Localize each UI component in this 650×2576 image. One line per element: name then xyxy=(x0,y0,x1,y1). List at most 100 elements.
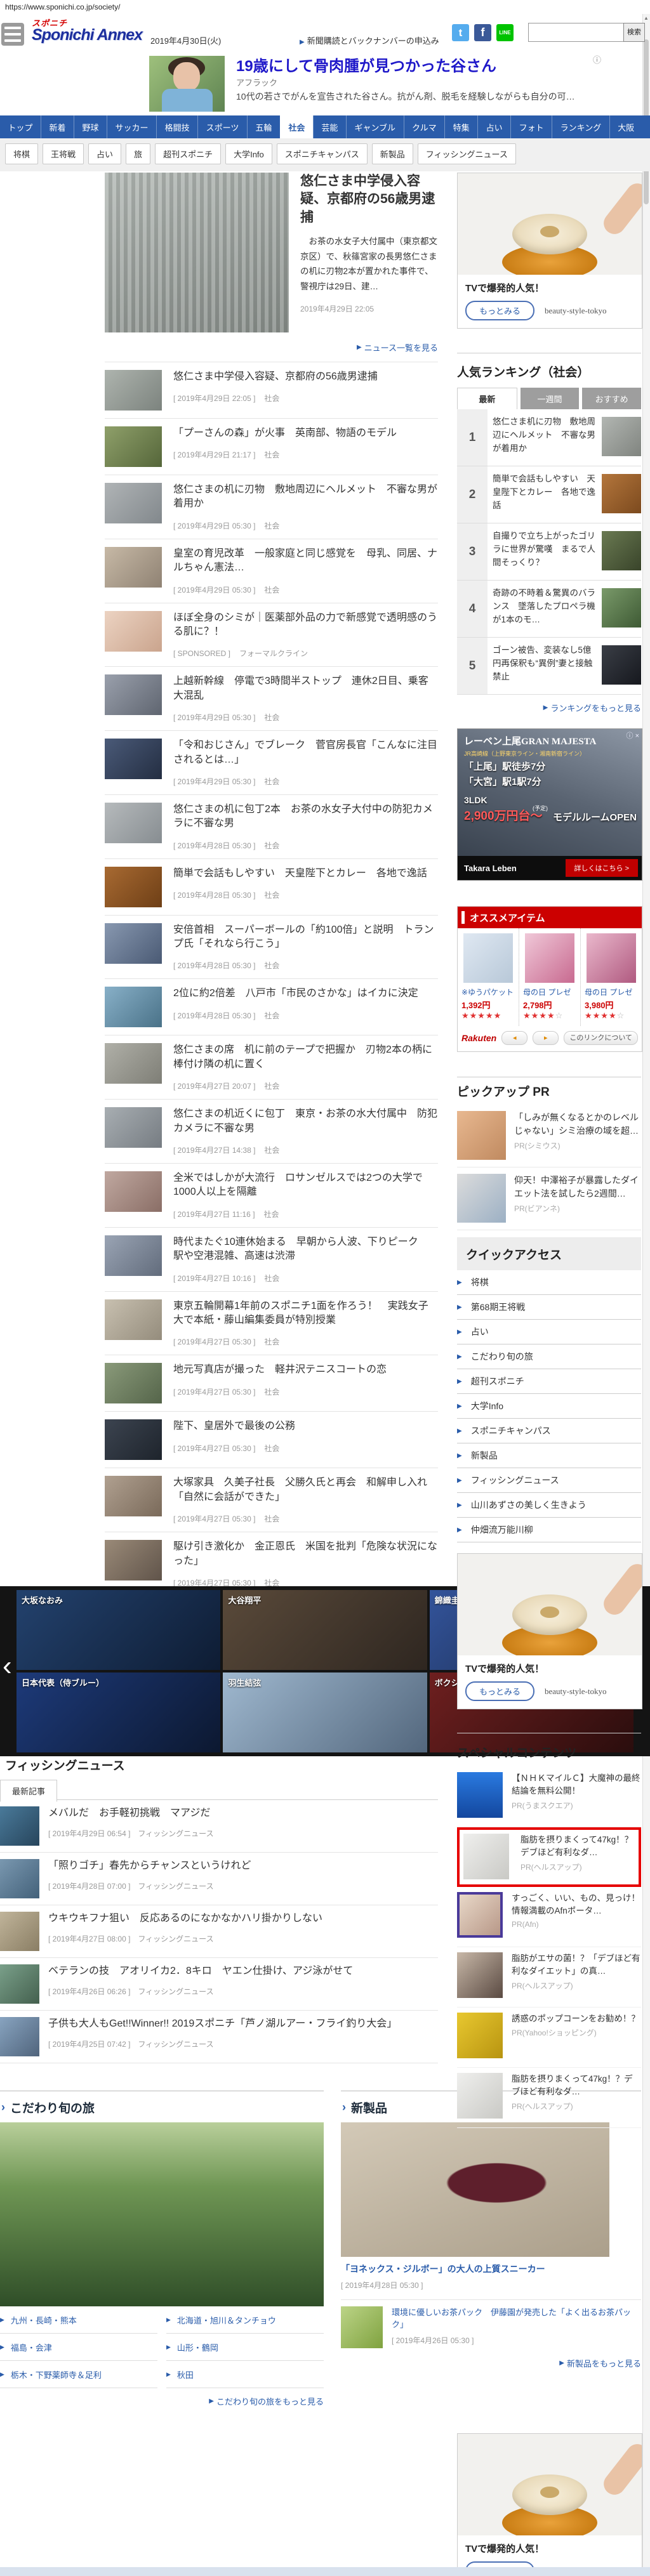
nav-item[interactable]: クルマ xyxy=(403,115,445,138)
mansion-ad[interactable]: レーベン上尾GRAN MAJESTA JR高崎線（上野東京ライン・湘南新宿ライン… xyxy=(457,728,642,881)
tv-ad-2[interactable]: TVで爆発的人気！ もっとみる beauty-style-tokyo xyxy=(457,1553,642,1709)
ranking-item-title[interactable]: 奇跡の不時着＆驚異のバランス 墜落したプロペラ機が1本のモ… xyxy=(488,581,602,637)
ranking-tab[interactable]: 最新 xyxy=(457,388,517,409)
fishing-thumbnail[interactable] xyxy=(0,1912,39,1951)
fishing-thumbnail[interactable] xyxy=(0,2017,39,2056)
fishing-tab-latest[interactable]: 最新記事 xyxy=(0,1780,58,1802)
news-thumbnail[interactable] xyxy=(105,1363,162,1404)
rakuten-prev-button[interactable]: ◂ xyxy=(501,1031,528,1045)
facebook-icon[interactable]: f xyxy=(474,24,491,41)
featured-title[interactable]: 悠仁さま中学侵入容疑、京都府の56歳男逮捕 xyxy=(300,173,438,227)
fishing-item-title[interactable]: ベテランの技 アオリイカ2．8キロ ヤエン仕掛け、アジ泳がせて xyxy=(48,1964,438,1978)
nav-item[interactable]: 社会 xyxy=(279,115,313,143)
special-content-item[interactable]: 【ＮＨＫマイルＣ】大魔神の最終結論を無料公開！ PR(うまスクエア) xyxy=(457,1767,641,1827)
news-title[interactable]: 悠仁さまの机近くに包丁 東京・お茶の水大付属中 防犯カメラに不審な男 xyxy=(173,1107,438,1136)
fishing-list-item[interactable]: ウキウキフナ狙い 反応あるのになかなかハリ掛かりしない [ 2019年4月27日… xyxy=(0,1905,438,1958)
news-thumbnail[interactable] xyxy=(105,546,162,588)
news-thumbnail[interactable] xyxy=(105,866,162,907)
new-product-lead-image[interactable] xyxy=(341,2122,609,2257)
tabi-tag-link[interactable]: ▶ 栃木・下野薬師寺＆足利 xyxy=(0,2361,157,2388)
ranking-item-title[interactable]: 自撮りで立ち上がったゴリラに世界が驚嘆 まるで人間そっくり？ xyxy=(488,523,602,580)
tv-ad-image[interactable] xyxy=(458,1554,642,1655)
news-title[interactable]: 全米ではしかが大流行 ロサンゼルスでは2つの大学で1000人以上を隔離 xyxy=(173,1171,438,1200)
tv-ad-more-button[interactable]: もっとみる xyxy=(465,301,535,320)
special-content-item[interactable]: 脂肪を摂りまくって47kg！？デブほど有利なダ… PR(ヘルスアップ) xyxy=(457,2068,641,2128)
subnav-button[interactable]: 旅 xyxy=(126,143,151,164)
news-list-item[interactable]: 「プーさんの森」が火事 英南部、物語のモデル [ 2019年4月29日 21:1… xyxy=(105,418,438,475)
line-icon[interactable]: LINE xyxy=(496,24,514,41)
news-more-link[interactable]: ▶ ニュース一覧を見る xyxy=(105,332,438,362)
ad-info-close-icons[interactable]: ⓘ × xyxy=(627,730,639,740)
nav-item[interactable]: サッカー xyxy=(107,115,156,138)
pickup-pr-item[interactable]: 仰天！中澤裕子が暴露したダイエット法を試したら2週間… PR(ビアンネ) xyxy=(457,1167,641,1230)
news-title[interactable]: ほぼ全身のシミが｜医薬部外品の力で新感覚で透明感のうる肌に？！ xyxy=(173,611,438,640)
special-content-title[interactable]: 脂肪を摂りまくって47kg！？デブほど有利なダ… xyxy=(521,1834,635,1860)
tv-ad-3[interactable]: TVで爆発的人気！ もっとみる beauty-style-tokyo xyxy=(457,2433,642,2576)
news-list-item[interactable]: 2位に約2倍差 八戸市「市民のさかな」はイカに決定 [ 2019年4月28日 0… xyxy=(105,978,438,1035)
quick-access-link[interactable]: ▶ 仲畑流万能川柳 xyxy=(457,1518,641,1542)
news-list-item[interactable]: 「令和おじさん」でブレーク 菅官房長官「こんなに注目されるとは…」 [ 2019… xyxy=(105,730,438,794)
news-title[interactable]: 駆け引き激化か 金正恩氏 米国を批判「危険な状況になった」 xyxy=(173,1540,438,1568)
news-thumbnail[interactable] xyxy=(105,426,162,467)
ranking-item-title[interactable]: 悠仁さま机に刃物 敷地周辺にヘルメット 不審な男が着用か xyxy=(488,409,602,466)
nav-item[interactable]: 芸能 xyxy=(312,115,346,138)
search-button[interactable]: 検索 xyxy=(623,23,645,42)
news-list-item[interactable]: 地元写真店が撮った 軽井沢テニスコートの恋 [ 2019年4月27日 05:30… xyxy=(105,1355,438,1411)
quick-access-link[interactable]: ▶ 占い xyxy=(457,1320,641,1344)
rakuten-about-link[interactable]: このリンクについて xyxy=(564,1031,638,1045)
new-product-lead-title[interactable]: 「ヨネックス・ジルボー」の大人の上質スニーカー xyxy=(341,2263,641,2276)
quick-access-link[interactable]: ▶ こだわり旬の旅 xyxy=(457,1344,641,1369)
new-product-thumbnail[interactable] xyxy=(341,2306,383,2348)
ranking-thumbnail[interactable] xyxy=(602,474,641,513)
ranking-thumbnail[interactable] xyxy=(602,417,641,456)
nav-item[interactable]: 格闘技 xyxy=(156,115,197,138)
ranking-thumbnail[interactable] xyxy=(602,645,641,685)
rakuten-product-name[interactable]: ※ゆうパケット xyxy=(461,987,515,997)
carousel-tile[interactable]: 大谷翔平 xyxy=(223,1590,427,1670)
special-content-item[interactable]: 脂肪がエサの菌！？「デブほど有利なダイエット」の真… PR(ヘルスアップ) xyxy=(457,1947,641,2008)
quick-access-link[interactable]: ▶ フィッシングニュース xyxy=(457,1468,641,1493)
news-list-item[interactable]: 大塚家具 久美子社長 父勝久氏と再会 和解申し入れ「自然に会話ができた」 [ 2… xyxy=(105,1468,438,1532)
special-content-title[interactable]: 【ＮＨＫマイルＣ】大魔神の最終結論を無料公開！ xyxy=(512,1772,641,1798)
quick-access-link[interactable]: ▶ 新製品 xyxy=(457,1443,641,1468)
ranking-item-title[interactable]: ゴーン被告、変装なし5億円再保釈も“異例”妻と接触禁止 xyxy=(488,638,602,694)
ranking-item[interactable]: 2 簡単で会話もしやすい 天皇陛下とカレー 各地で逸話 xyxy=(457,466,641,523)
fishing-item-title[interactable]: 「照りゴチ」春先からチャンスというけれど xyxy=(48,1859,438,1873)
ranking-more-link[interactable]: ▶ ランキングをもっと見る xyxy=(457,695,641,720)
news-list-item[interactable]: 悠仁さまの机に刃物 敷地周辺にヘルメット 不審な男が着用か [ 2019年4月2… xyxy=(105,475,438,539)
quick-access-link[interactable]: ▶ 将棋 xyxy=(457,1270,641,1295)
tabi-tag-link[interactable]: ▶ 山形・鶴岡 xyxy=(166,2334,324,2361)
nav-item[interactable]: 五輪 xyxy=(246,115,280,138)
rakuten-product[interactable]: 母の日 プレゼ 3,980円 ★★★★☆ xyxy=(580,928,642,1026)
news-list-item[interactable]: 悠仁さまの机近くに包丁 東京・お茶の水大付属中 防犯カメラに不審な男 [ 201… xyxy=(105,1099,438,1163)
tabi-tag-link[interactable]: ▶ 九州・長崎・熊本 xyxy=(0,2306,157,2334)
tv-ad-1[interactable]: TVで爆発的人気！ もっとみる beauty-style-tokyo xyxy=(457,173,642,329)
ranking-tab[interactable]: おすすめ xyxy=(582,388,642,409)
news-thumbnail[interactable] xyxy=(105,1107,162,1148)
special-content-thumbnail[interactable] xyxy=(463,1834,509,1879)
pickup-pr-item[interactable]: 「しみが無くなるとかのレベルじゃない」シミ治療の域を超… PR(シミウス) xyxy=(457,1105,641,1167)
fishing-list-item[interactable]: 子供も大人もGet!!Winner!! 2019スポニチ「芦ノ湖ルアー・フライ釣… xyxy=(0,2011,438,2063)
fishing-item-title[interactable]: メバルだ お手軽初挑戦 マアジだ xyxy=(48,1806,438,1820)
quick-access-link[interactable]: ▶ 山川あずさの美しく生きよう xyxy=(457,1493,641,1518)
news-thumbnail[interactable] xyxy=(105,1540,162,1581)
news-title[interactable]: 時代またぐ10連休始まる 早朝から人波、下りピーク 駅や空港混雑、高速は渋滞 xyxy=(173,1235,438,1264)
carousel-tile[interactable]: 大坂なおみ xyxy=(17,1590,221,1670)
tabi-image[interactable] xyxy=(0,2122,324,2306)
ranking-item[interactable]: 3 自撮りで立ち上がったゴリラに世界が驚嘆 まるで人間そっくり？ xyxy=(457,523,641,581)
news-title[interactable]: 2位に約2倍差 八戸市「市民のさかな」はイカに決定 xyxy=(173,987,438,1001)
special-content-item[interactable]: 誘惑のポップコーンをお勧め！？ PR(Yahoo!ショッピング) xyxy=(457,2008,641,2068)
news-title[interactable]: 地元写真店が撮った 軽井沢テニスコートの恋 xyxy=(173,1363,438,1377)
news-title[interactable]: 簡単で会話もしやすい 天皇陛下とカレー 各地で逸話 xyxy=(173,867,438,881)
news-list-item[interactable]: 悠仁さま中学侵入容疑、京都府の56歳男逮捕 [ 2019年4月29日 22:05… xyxy=(105,362,438,418)
news-list-item[interactable]: 上越新幹線 停電で3時間半ストップ 連休2日目、乗客大混乱 [ 2019年4月2… xyxy=(105,666,438,730)
new-product-item[interactable]: 環境に優しいお茶パック 伊藤園が発売した「よく出るお茶パック」 [ 2019年4… xyxy=(341,2299,641,2351)
ranking-thumbnail[interactable] xyxy=(602,588,641,628)
news-thumbnail[interactable] xyxy=(105,1043,162,1084)
news-thumbnail[interactable] xyxy=(105,1235,162,1276)
news-thumbnail[interactable] xyxy=(105,370,162,411)
quick-access-link[interactable]: ▶ スポニチキャンパス xyxy=(457,1419,641,1443)
news-list-item[interactable]: 陛下、皇居外で最後の公務 [ 2019年4月27日 05:30 ] 社会 xyxy=(105,1411,438,1468)
featured-article[interactable]: 悠仁さま中学侵入容疑、京都府の56歳男逮捕 お茶の水女子大付属中（東京都文京区）… xyxy=(105,173,438,332)
nav-item[interactable]: 占い xyxy=(477,115,510,138)
